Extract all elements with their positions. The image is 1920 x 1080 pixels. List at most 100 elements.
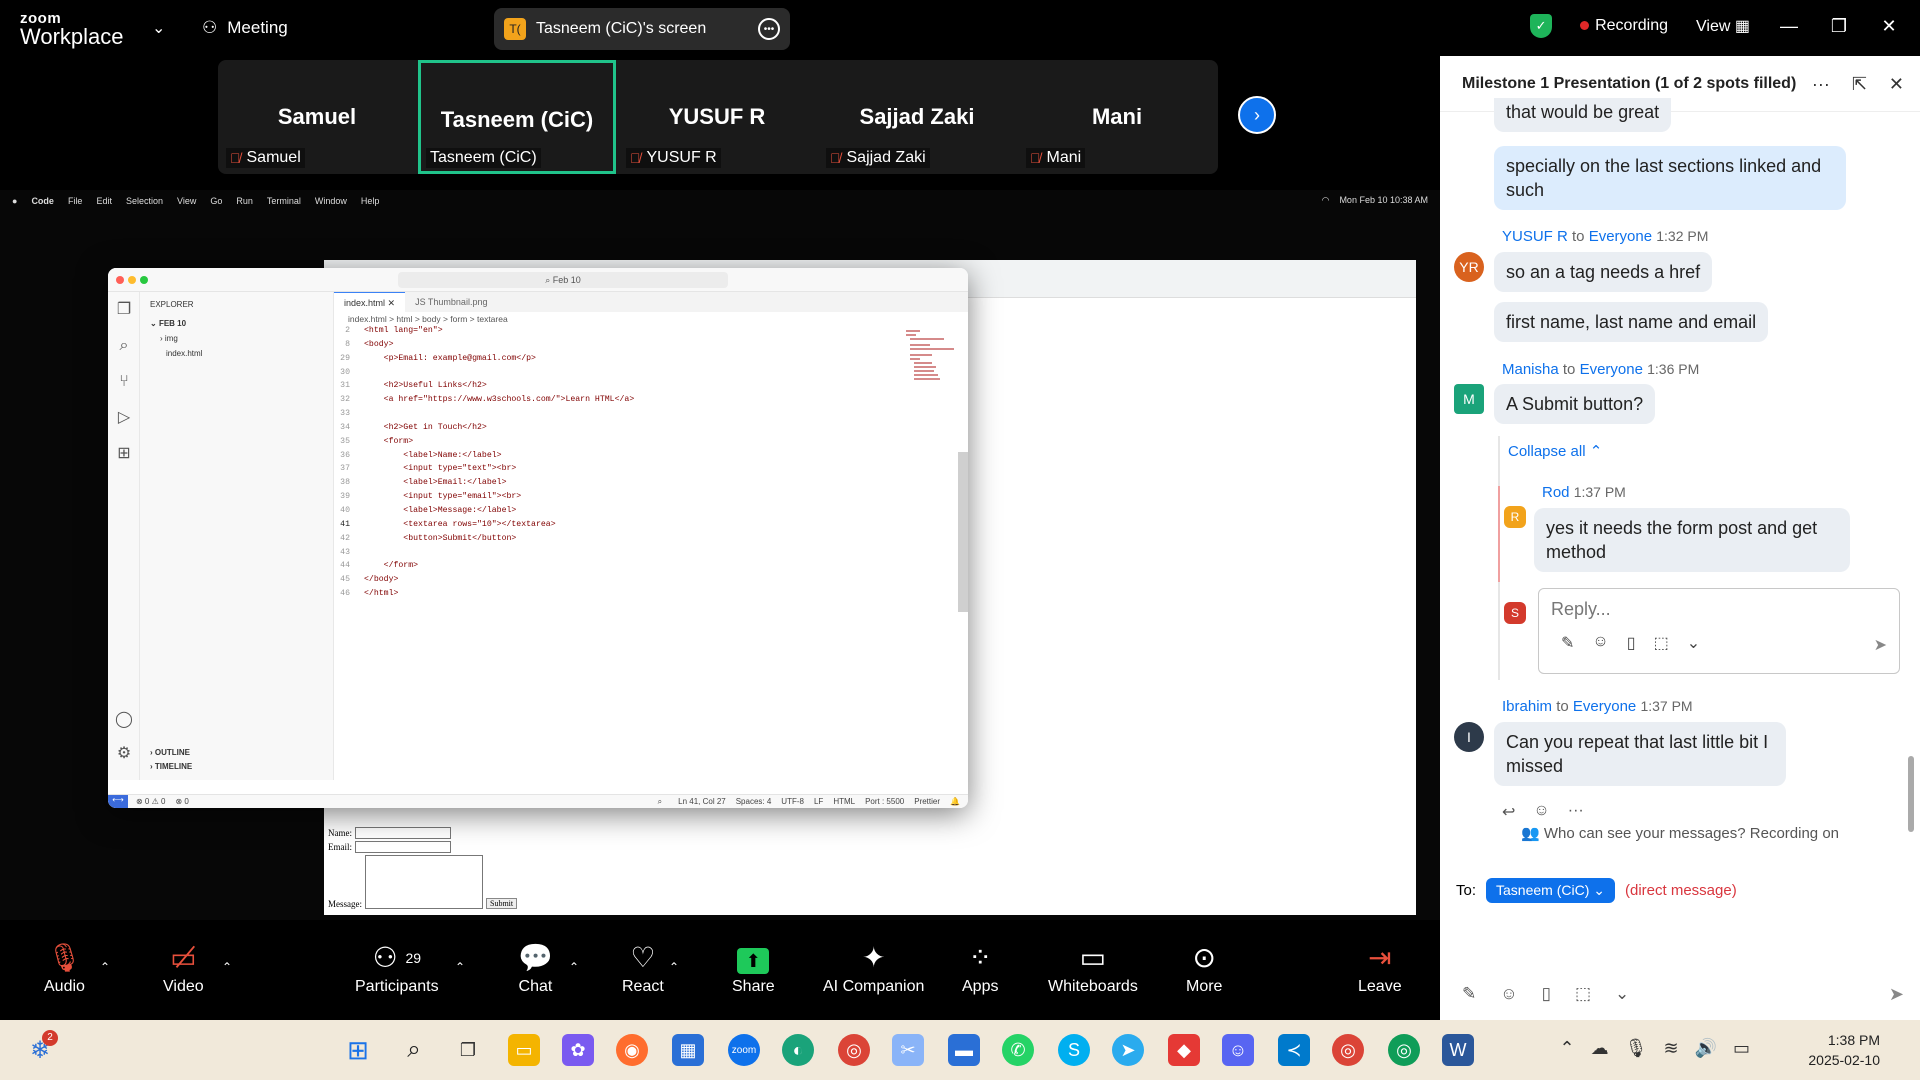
chat-caret-icon[interactable]: ⌃ <box>569 960 579 974</box>
screen-share-pill[interactable]: T( Tasneem (CiC)'s screen ••• <box>494 8 790 50</box>
recipient-dropdown[interactable]: Tasneem (CiC) ⌄ <box>1486 878 1615 903</box>
more-dots-icon: ⊙ <box>1192 942 1216 973</box>
message-header: Rod 1:37 PM <box>1542 484 1626 501</box>
chat-message[interactable]: first name, last name and email <box>1494 302 1769 342</box>
line-number: 34 <box>340 422 350 432</box>
add-reaction-icon[interactable]: ☺ <box>1533 802 1549 822</box>
restore-icon[interactable]: ❐ <box>1828 16 1850 37</box>
participants-caret-icon[interactable]: ⌃ <box>455 960 465 974</box>
chevron-down-icon[interactable]: ⌄ <box>1687 633 1700 653</box>
copilot-icon[interactable]: ✿ <box>562 1034 594 1066</box>
video-button[interactable]: ▭̸ Video <box>163 938 204 996</box>
captions-icon[interactable]: ▬ <box>948 1034 980 1066</box>
telegram-icon[interactable]: ➤ <box>1112 1034 1144 1066</box>
participant-name: YUSUF R <box>668 104 766 129</box>
onedrive-icon[interactable]: ☁ <box>1591 1038 1609 1059</box>
minimize-icon[interactable]: — <box>1778 16 1800 37</box>
meeting-menu[interactable]: ⚇ Meeting <box>202 18 288 38</box>
leave-button[interactable]: ⇥ Leave <box>1358 938 1402 996</box>
chat-message[interactable]: so an a tag needs a href <box>1494 252 1713 292</box>
chevron-down-icon[interactable]: ⌄ <box>1615 984 1629 1004</box>
screenshot-icon[interactable]: ⬚ <box>1654 633 1669 653</box>
wifi-icon[interactable]: ≋ <box>1663 1038 1678 1059</box>
chat-message[interactable]: A Submit button? <box>1494 384 1656 424</box>
collapse-all-button[interactable]: Collapse all ⌃ <box>1508 442 1602 460</box>
participant-tile[interactable]: YUSUF R 🎙̸ YUSUF R <box>618 60 816 174</box>
audio-button[interactable]: 🎙 Audio <box>44 938 85 996</box>
microphone-icon[interactable]: 🎙 <box>1625 1038 1648 1059</box>
line-number: 8 <box>345 339 350 349</box>
chat-scrollbar[interactable] <box>1908 756 1914 832</box>
chat-message[interactable]: that would be great <box>1494 98 1672 132</box>
format-icon[interactable]: ✎ <box>1561 633 1574 653</box>
react-caret-icon[interactable]: ⌃ <box>669 960 679 974</box>
reply-icon[interactable]: ↩ <box>1502 802 1515 822</box>
format-icon[interactable]: ✎ <box>1462 984 1476 1004</box>
volume-icon[interactable]: 🔊 <box>1695 1038 1717 1059</box>
zoom-app-icon[interactable]: zoom <box>728 1034 760 1066</box>
word-icon[interactable]: W <box>1442 1034 1474 1066</box>
search-icon[interactable]: ⌕ <box>398 1034 430 1066</box>
status-ports: ⊗ 0 <box>175 797 189 806</box>
react-button[interactable]: ♡ React <box>622 938 664 996</box>
message-visibility-notice[interactable]: 👥 Who can see your messages? Recording o… <box>1440 824 1920 842</box>
skype-icon[interactable]: S <box>1058 1034 1090 1066</box>
vscode-icon[interactable]: ≺ <box>1278 1034 1310 1066</box>
task-view-icon[interactable]: ❐ <box>452 1034 484 1066</box>
chrome-profile-icon[interactable]: ◎ <box>1332 1034 1364 1066</box>
send-icon[interactable]: ➤ <box>1874 635 1887 655</box>
more-button[interactable]: ⊙ More <box>1186 938 1222 996</box>
whatsapp-icon[interactable]: ✆ <box>1002 1034 1034 1066</box>
ai-companion-button[interactable]: ✦ AI Companion <box>823 938 924 996</box>
explorer-title: EXPLORER <box>150 300 194 309</box>
close-chat-icon[interactable]: ✕ <box>1889 74 1904 95</box>
file-icon[interactable]: ▯ <box>1627 633 1636 653</box>
more-options-icon[interactable]: ••• <box>758 18 780 40</box>
chrome-icon[interactable]: ◎ <box>838 1034 870 1066</box>
battery-icon[interactable]: ▭ <box>1733 1038 1750 1059</box>
chat-message[interactable]: Can you repeat that last little bit I mi… <box>1494 722 1786 786</box>
participant-tile[interactable]: Sajjad Zaki 🎙̸ Sajjad Zaki <box>818 60 1016 174</box>
start-icon[interactable]: ⊞ <box>342 1034 374 1066</box>
chrome-profile-2-icon[interactable]: ◎ <box>1388 1034 1420 1066</box>
view-button[interactable]: View ▦ <box>1696 16 1750 36</box>
firefox-icon[interactable]: ◉ <box>616 1034 648 1066</box>
file-explorer-icon[interactable]: ▭ <box>508 1034 540 1066</box>
participant-tile[interactable]: Samuel 🎙̸ Samuel <box>218 60 416 174</box>
emoji-icon[interactable]: ☺ <box>1592 633 1608 653</box>
participant-tile[interactable]: Mani 🎙̸ Mani <box>1018 60 1216 174</box>
anydesk-icon[interactable]: ◆ <box>1168 1034 1200 1066</box>
send-icon[interactable]: ➤ <box>1889 984 1904 1005</box>
show-hidden-icons-icon[interactable]: ⌃ <box>1560 1038 1575 1059</box>
chat-button[interactable]: 💬 Chat <box>518 938 553 996</box>
chat-message[interactable]: specially on the last sections linked an… <box>1494 146 1846 210</box>
chat-message[interactable]: yes it needs the form post and get metho… <box>1534 508 1850 572</box>
more-icon[interactable]: ··· <box>1568 802 1584 822</box>
emoji-icon[interactable]: ☺ <box>1500 984 1517 1004</box>
explorer-icon: ❐ <box>116 301 132 318</box>
edge-icon[interactable]: ◐ <box>782 1034 814 1066</box>
security-shield-icon[interactable]: ✓ <box>1530 14 1553 38</box>
account-icon: ◯ <box>115 711 133 728</box>
discord-icon[interactable]: ☺ <box>1222 1034 1254 1066</box>
store-icon[interactable]: ▦ <box>672 1034 704 1066</box>
whiteboards-button[interactable]: ▭ Whiteboards <box>1048 938 1138 996</box>
more-icon[interactable]: ··· <box>1812 74 1830 95</box>
audio-options-caret-icon[interactable]: ⌃ <box>100 960 110 974</box>
video-options-caret-icon[interactable]: ⌃ <box>222 960 232 974</box>
participant-tile-active-speaker[interactable]: Tasneem (CiC) Tasneem (CiC) <box>418 60 616 174</box>
share-button[interactable]: ⬆ Share <box>732 938 775 996</box>
screenshot-icon[interactable]: ⬚ <box>1575 984 1591 1004</box>
menu-item: Window <box>314 196 347 206</box>
participants-button[interactable]: ⚇ 29 Participants <box>355 938 439 996</box>
recording-indicator[interactable]: Recording <box>1580 17 1668 35</box>
apps-button[interactable]: ⁘ Apps <box>962 938 998 996</box>
reply-input[interactable]: Reply... ✎ ☺ ▯ ⬚ ⌄ ➤ <box>1538 588 1900 674</box>
snipping-tool-icon[interactable]: ✂ <box>892 1034 924 1066</box>
close-icon[interactable]: ✕ <box>1878 16 1900 37</box>
system-clock[interactable]: 1:38 PM 2025-02-10 <box>1808 1030 1880 1070</box>
app-menu-chevron-icon[interactable]: ⌄ <box>152 18 165 38</box>
pop-out-icon[interactable]: ⇱ <box>1852 74 1867 95</box>
file-icon[interactable]: ▯ <box>1542 984 1551 1004</box>
next-page-arrow-icon[interactable]: › <box>1238 96 1276 134</box>
